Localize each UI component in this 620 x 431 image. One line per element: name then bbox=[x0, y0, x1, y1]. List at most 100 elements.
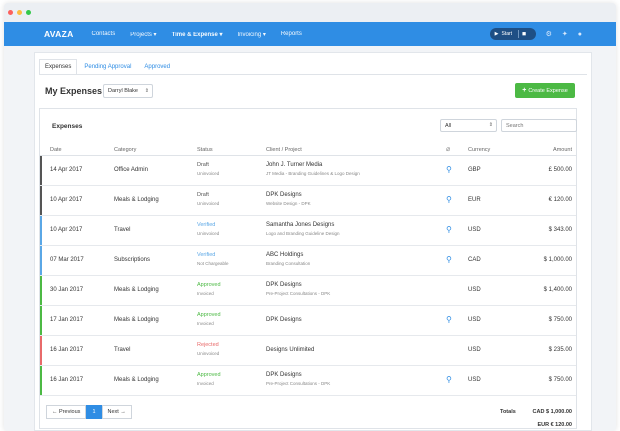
table-row[interactable]: 30 Jan 2017 Meals & Lodging Approved Invoic… bbox=[40, 276, 576, 306]
row-invoice-status: Uninvoiced bbox=[197, 231, 220, 236]
row-project: Website Design - DPK bbox=[266, 201, 311, 206]
row-amount: $ 750.00 bbox=[548, 377, 572, 383]
previous-page-button[interactable]: ← Previous bbox=[46, 405, 87, 419]
minimize-window-dot[interactable] bbox=[17, 10, 22, 15]
row-project: Logo and Branding Guideline Design bbox=[266, 231, 340, 236]
nav-reports[interactable]: Reports bbox=[281, 31, 302, 37]
row-status: Draft bbox=[197, 162, 209, 168]
expenses-panel: Expenses All ⇕ Date Category Status Clie… bbox=[39, 108, 577, 429]
attachment-icon[interactable]: ⚲ bbox=[446, 255, 452, 264]
row-date: 30 Jan 2017 bbox=[50, 287, 84, 293]
row-project: JT Media - Branding Guidelines & Logo De… bbox=[266, 171, 360, 176]
panel-title: Expenses bbox=[52, 123, 83, 130]
table-row[interactable]: 16 Jan 2017 Meals & Lodging Approved Invoic… bbox=[40, 366, 576, 396]
create-expense-button[interactable]: + Create Expense bbox=[515, 83, 575, 98]
user-select[interactable]: Darryl Blake ⇕ bbox=[103, 84, 153, 98]
row-currency: USD bbox=[468, 227, 481, 233]
stop-icon[interactable]: ◼ bbox=[522, 31, 526, 37]
row-client: ABC Holdings bbox=[266, 252, 304, 258]
nav-contacts[interactable]: Contacts bbox=[92, 31, 116, 37]
row-category: Meals & Lodging bbox=[114, 197, 159, 203]
table-row[interactable]: 07 Mar 2017 Subscriptions Verified Not Char… bbox=[40, 246, 576, 276]
row-invoice-status: Uninvoiced bbox=[197, 171, 220, 176]
status-indicator-bar bbox=[40, 246, 42, 275]
row-category: Office Admin bbox=[114, 167, 148, 173]
row-invoice-status: Invoiced bbox=[197, 321, 214, 326]
table-row[interactable]: 14 Apr 2017 Office Admin Draft Uninvoiced Jo… bbox=[40, 156, 576, 186]
row-client: John J. Turner Media bbox=[266, 162, 323, 168]
row-category: Subscriptions bbox=[114, 257, 151, 263]
user-icon[interactable]: ● bbox=[578, 31, 582, 38]
row-client: Samantha Jones Designs bbox=[266, 222, 335, 228]
chevron-updown-icon: ⇕ bbox=[488, 122, 493, 128]
row-category: Travel bbox=[114, 347, 131, 353]
row-status: Approved bbox=[197, 312, 221, 318]
row-date: 16 Jan 2017 bbox=[50, 377, 84, 383]
chevron-updown-icon: ⇕ bbox=[144, 88, 149, 94]
col-status[interactable]: Status bbox=[197, 147, 213, 153]
tab-approved[interactable]: Approved bbox=[138, 59, 176, 75]
row-currency: USD bbox=[468, 347, 481, 353]
row-date: 14 Apr 2017 bbox=[50, 167, 83, 173]
col-currency[interactable]: Currency bbox=[468, 147, 490, 153]
row-amount: € 120.00 bbox=[548, 197, 572, 203]
attachment-icon[interactable]: ⚲ bbox=[446, 165, 452, 174]
row-client: DPK Designs bbox=[266, 192, 302, 198]
next-page-button[interactable]: Next → bbox=[101, 405, 132, 419]
row-category: Meals & Lodging bbox=[114, 377, 159, 383]
nav-projects[interactable]: Projects ▾ bbox=[130, 31, 156, 38]
row-status: Approved bbox=[197, 372, 221, 378]
expense-tabs: Expenses Pending Approval Approved bbox=[39, 59, 177, 75]
attachment-icon[interactable]: ⚲ bbox=[446, 195, 452, 204]
attachment-icon[interactable]: ⚲ bbox=[446, 375, 452, 384]
tab-expenses[interactable]: Expenses bbox=[39, 59, 78, 75]
col-category[interactable]: Category bbox=[114, 147, 136, 153]
row-category: Meals & Lodging bbox=[114, 317, 159, 323]
table-row[interactable]: 17 Jan 2017 Meals & Lodging Approved Invoic… bbox=[40, 306, 576, 336]
row-amount: $ 1,400.00 bbox=[543, 287, 572, 293]
row-currency: EUR bbox=[468, 197, 481, 203]
row-category: Travel bbox=[114, 227, 131, 233]
timer-start-button[interactable]: ▶ Start ◼ bbox=[489, 28, 536, 40]
row-amount: £ 500.00 bbox=[548, 167, 572, 173]
col-client-project[interactable]: Client / Project bbox=[266, 147, 302, 153]
row-category: Meals & Lodging bbox=[114, 287, 159, 293]
row-currency: USD bbox=[468, 377, 481, 383]
page-1-button[interactable]: 1 bbox=[86, 405, 102, 419]
row-client: Designs Unlimited bbox=[266, 347, 315, 353]
table-row[interactable]: 10 Apr 2017 Travel Verified Uninvoiced Saman… bbox=[40, 216, 576, 246]
status-indicator-bar bbox=[40, 366, 42, 395]
tab-pending-approval[interactable]: Pending Approval bbox=[78, 59, 137, 75]
total-cad: CAD $ 1,000.00 bbox=[532, 409, 572, 415]
row-project: Branding Consultation bbox=[266, 261, 311, 266]
col-amount[interactable]: Amount bbox=[553, 147, 572, 153]
row-invoice-status: Not Chargeable bbox=[197, 261, 229, 266]
table-row[interactable]: 10 Apr 2017 Meals & Lodging Draft Uninvoice… bbox=[40, 186, 576, 216]
row-currency: GBP bbox=[468, 167, 481, 173]
row-amount: $ 343.00 bbox=[548, 227, 572, 233]
col-date[interactable]: Date bbox=[50, 147, 62, 153]
timer-label: Start bbox=[501, 31, 513, 37]
row-amount: $ 1,000.00 bbox=[543, 257, 572, 263]
attachment-icon[interactable]: ⚲ bbox=[446, 315, 452, 324]
row-date: 17 Jan 2017 bbox=[50, 317, 84, 323]
row-currency: USD bbox=[468, 287, 481, 293]
navbar-actions: ▶ Start ◼ ⚙ ✦ ● bbox=[489, 28, 582, 40]
status-indicator-bar bbox=[40, 186, 42, 215]
row-status: Approved bbox=[197, 282, 221, 288]
status-filter-select[interactable]: All ⇕ bbox=[440, 119, 497, 132]
attachment-icon[interactable]: ⚲ bbox=[446, 225, 452, 234]
notification-icon[interactable]: ✦ bbox=[562, 30, 568, 38]
nav-invoicing[interactable]: Invoicing ▾ bbox=[237, 31, 265, 38]
row-amount: $ 750.00 bbox=[548, 317, 572, 323]
table-row[interactable]: 16 Jan 2017 Travel Rejected Uninvoiced Desig… bbox=[40, 336, 576, 366]
status-indicator-bar bbox=[40, 156, 42, 185]
close-window-dot[interactable] bbox=[8, 10, 13, 15]
help-icon[interactable]: ⚙ bbox=[546, 30, 552, 38]
row-invoice-status: Invoiced bbox=[197, 381, 214, 386]
brand-logo[interactable]: AVAZA bbox=[44, 29, 74, 39]
search-input[interactable] bbox=[501, 119, 577, 132]
maximize-window-dot[interactable] bbox=[26, 10, 31, 15]
nav-time-expense[interactable]: Time & Expense ▾ bbox=[172, 31, 223, 38]
tab-divider bbox=[39, 74, 587, 75]
